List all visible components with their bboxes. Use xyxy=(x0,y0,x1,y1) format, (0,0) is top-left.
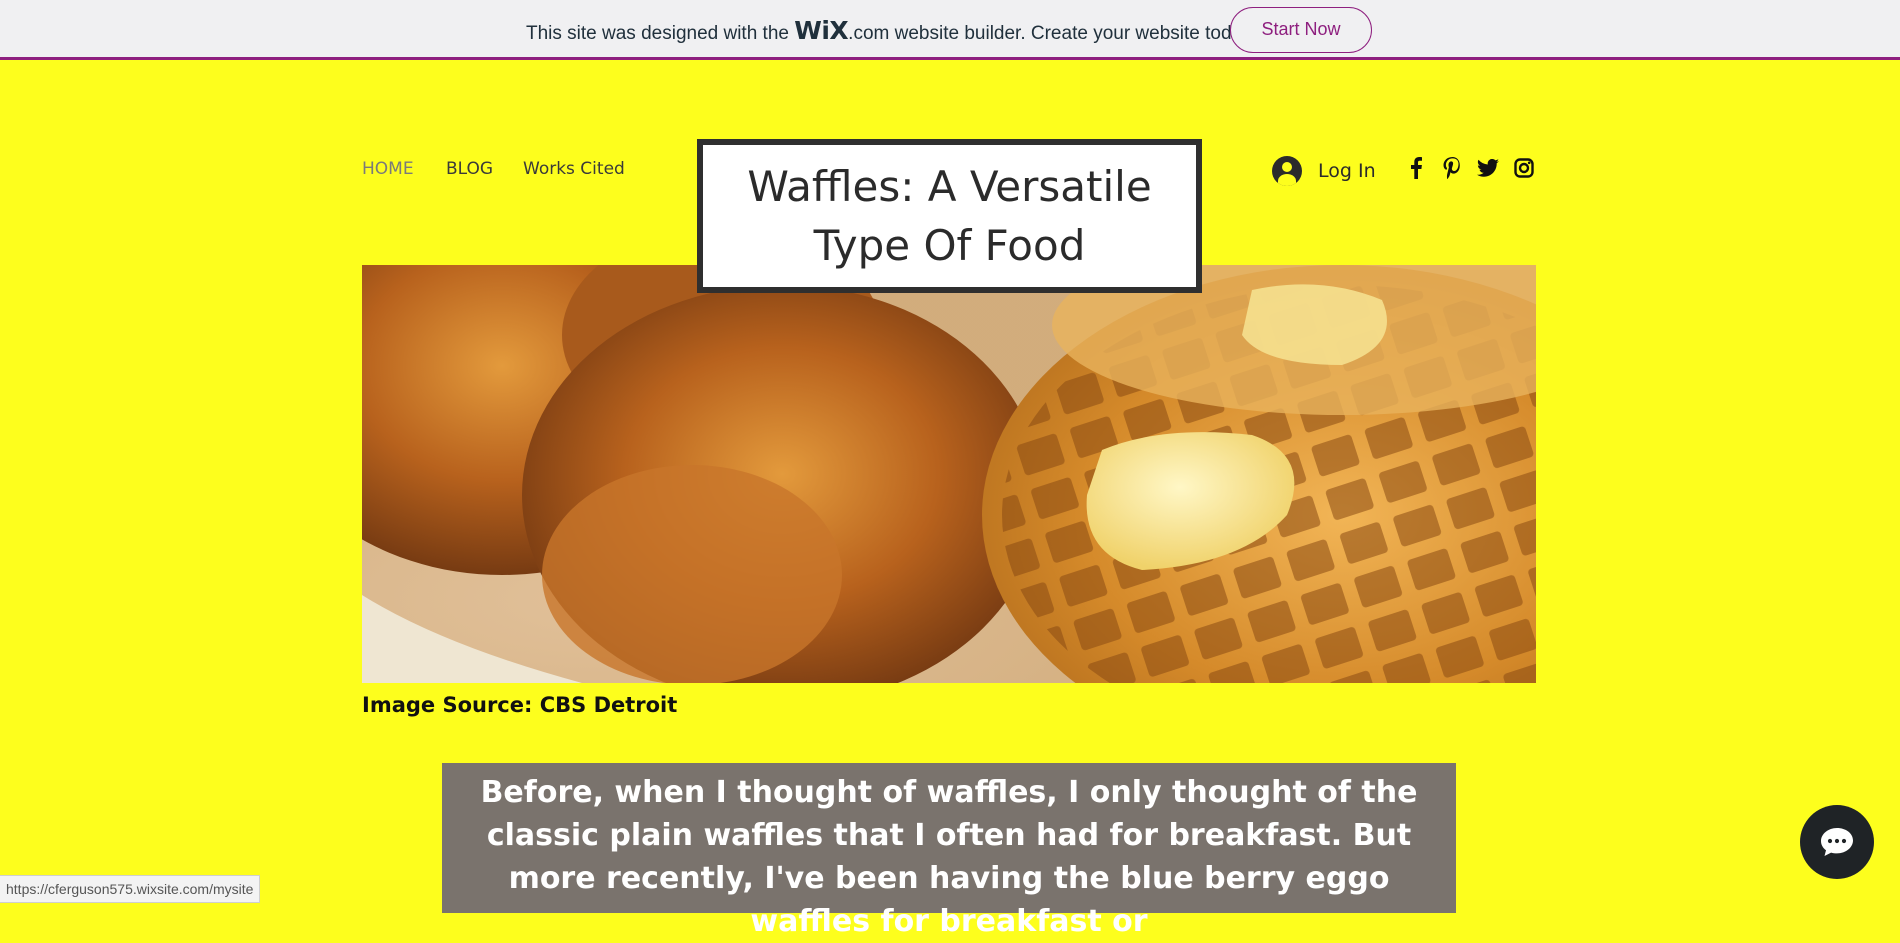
wix-logo[interactable]: WiX xyxy=(794,16,848,45)
social-bar xyxy=(1404,156,1536,180)
wix-banner-text: This site was designed with the WiX.com … xyxy=(526,16,1255,45)
facebook-icon[interactable] xyxy=(1404,156,1428,180)
wix-promo-banner: This site was designed with the WiX.com … xyxy=(0,0,1900,60)
chat-bubble-icon xyxy=(1821,828,1853,856)
hero-image xyxy=(362,265,1536,683)
hero-image-caption: Image Source: CBS Detroit xyxy=(362,693,678,717)
instagram-icon[interactable] xyxy=(1512,156,1536,180)
login-label: Log In xyxy=(1318,160,1376,182)
nav-item-blog[interactable]: BLOG xyxy=(446,159,493,179)
chicken-and-waffles-image xyxy=(362,265,1536,683)
nav-item-home[interactable]: HOME xyxy=(362,159,414,179)
site-title: Waffles: A Versatile Type Of Food xyxy=(747,162,1152,270)
twitter-icon[interactable] xyxy=(1476,156,1500,180)
pinterest-icon[interactable] xyxy=(1440,156,1464,180)
wix-logo-com: .com xyxy=(848,23,890,44)
wix-banner-text-after: website builder. Create your website tod… xyxy=(889,23,1256,44)
site-title-box: Waffles: A Versatile Type Of Food xyxy=(697,139,1202,293)
nav-item-works-cited[interactable]: Works Cited xyxy=(523,159,625,179)
intro-paragraph: Before, when I thought of waffles, I onl… xyxy=(480,775,1418,939)
status-bar-url: https://cferguson575.wixsite.com/mysite xyxy=(0,875,261,903)
wix-banner-text-before: This site was designed with the xyxy=(526,23,795,44)
intro-text-box: Before, when I thought of waffles, I onl… xyxy=(442,763,1456,939)
login-button[interactable]: Log In xyxy=(1272,155,1376,187)
start-now-button[interactable]: Start Now xyxy=(1230,7,1372,53)
chat-button[interactable] xyxy=(1800,805,1874,879)
avatar-icon xyxy=(1272,156,1302,186)
